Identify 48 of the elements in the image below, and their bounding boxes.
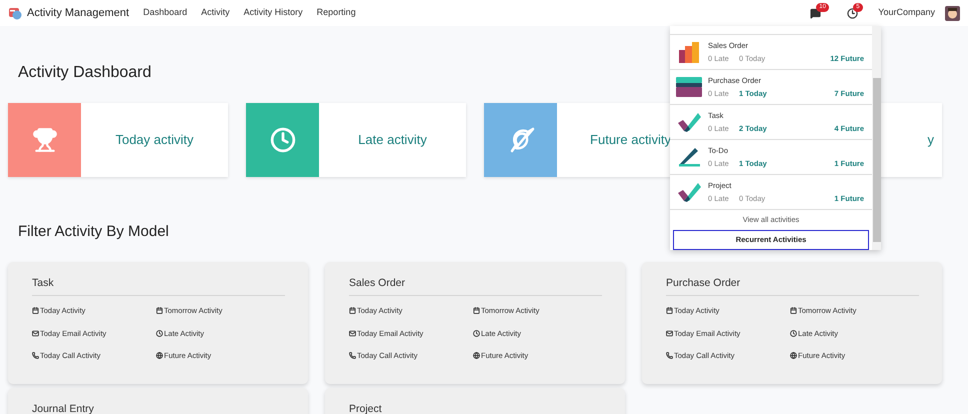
dashboard-card[interactable]: Today activity: [8, 103, 228, 177]
checkmark-icon: [677, 182, 701, 202]
app-logo-icon: [8, 6, 22, 20]
phone-icon: [349, 352, 356, 359]
envelope-icon: [666, 330, 673, 337]
app-title: Activity Management: [27, 6, 130, 21]
calendar-icon: [156, 307, 163, 314]
card-stack-icon: [676, 77, 702, 97]
calendar-icon: [349, 307, 356, 314]
company-name[interactable]: YourCompany: [878, 6, 935, 20]
menu-link[interactable]: Dashboard: [143, 6, 188, 20]
envelope-icon: [349, 330, 356, 337]
calendar-icon: [666, 307, 673, 314]
dashboard-title: Activity Dashboard: [18, 63, 152, 83]
menu-link[interactable]: Reporting: [316, 6, 356, 20]
avatar-icon[interactable]: [945, 6, 960, 20]
model-name: Project: [349, 402, 602, 414]
phone-icon: [32, 352, 39, 359]
globe-icon: [156, 352, 163, 359]
clock-icon: [270, 127, 296, 153]
checkmark-icon: [677, 112, 701, 132]
menu-link[interactable]: Activity History: [244, 6, 303, 20]
dashboard-card[interactable]: Late activity: [246, 103, 466, 177]
menu-link[interactable]: Activity: [201, 6, 230, 20]
pencil-line-icon: [677, 147, 701, 167]
bar-chart-icon: [678, 41, 700, 63]
clock-icon: [473, 330, 480, 337]
model-name: Purchase Order: [666, 276, 919, 296]
calendar-icon: [473, 307, 480, 314]
globe-icon: [473, 352, 480, 359]
globe-icon: [790, 352, 797, 359]
calendar-icon: [32, 307, 39, 314]
phone-icon: [666, 352, 673, 359]
calendar-icon: [790, 307, 797, 314]
clock-icon[interactable]: [847, 8, 858, 18]
filter-title: Filter Activity By Model: [18, 222, 169, 242]
model-name: Journal Entry: [32, 402, 285, 414]
model-name: Sales Order: [349, 276, 602, 296]
card-label: Late activity: [358, 131, 427, 150]
card-label: y: [928, 131, 934, 150]
envelope-icon: [32, 330, 39, 337]
clock-icon: [156, 330, 163, 337]
clock-icon: [790, 330, 797, 337]
card-label: Today activity: [115, 131, 194, 150]
chat-icon[interactable]: [810, 8, 822, 18]
model-name: Task: [32, 276, 285, 296]
card-label: Future activity: [590, 131, 671, 150]
trophy-icon: [32, 127, 58, 153]
